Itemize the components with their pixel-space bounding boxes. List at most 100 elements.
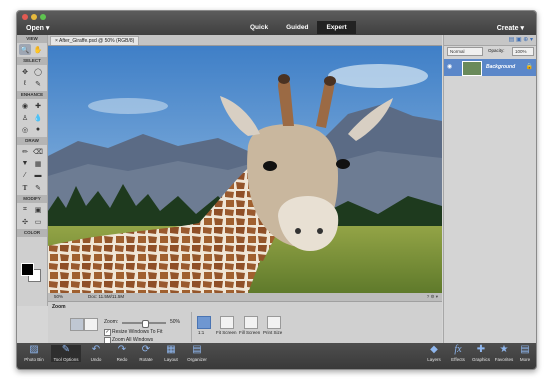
document-tab-label: After_Giraffe.psd @ 50% (RGB/8) bbox=[59, 38, 135, 44]
layout-icon: ▦ bbox=[166, 344, 176, 355]
move-tool-icon[interactable]: ✥ bbox=[19, 66, 31, 77]
eraser-tool-icon[interactable]: ⌫ bbox=[32, 146, 44, 157]
favorites-icon: ★ bbox=[499, 344, 509, 355]
layers-label: Layers bbox=[427, 357, 441, 362]
print-size-label: Print Size bbox=[263, 330, 283, 335]
fill-screen-label: Fill Screen bbox=[239, 330, 261, 335]
toolbox-section-view: VIEW bbox=[17, 35, 47, 43]
app-window: Open ▾ Quick Guided Expert Create ▾ VIEW… bbox=[16, 10, 537, 370]
toolbox-section-modify: MODIFY bbox=[17, 195, 47, 203]
tool-options-title: Zoom bbox=[52, 304, 66, 310]
minimize-window-button[interactable] bbox=[31, 14, 37, 20]
giraffe-photo bbox=[48, 46, 442, 293]
redo-label: Redo bbox=[116, 357, 128, 362]
opacity-label: Opacity: bbox=[488, 48, 505, 53]
photo-bin-label: Photo Bin bbox=[24, 357, 44, 362]
recompose-tool-icon[interactable]: ▣ bbox=[32, 204, 44, 215]
organizer-label: Organizer bbox=[187, 357, 207, 362]
graphics-icon: ✚ bbox=[476, 344, 486, 355]
title-bar: Open ▾ Quick Guided Expert Create ▾ bbox=[17, 11, 536, 35]
blend-mode-select[interactable]: Normal bbox=[447, 47, 483, 56]
straighten-tool-icon[interactable]: ▭ bbox=[32, 216, 44, 227]
actual-pixels-label: 1:1 bbox=[198, 330, 205, 335]
undo-label: Undo bbox=[90, 357, 102, 362]
layers-panel-toolbar: ▤ ▣ ⊕ ▾ bbox=[444, 35, 536, 46]
mode-guided-tab[interactable]: Guided bbox=[277, 21, 317, 34]
opacity-input[interactable]: 100% bbox=[512, 47, 534, 56]
content-aware-move-tool-icon[interactable]: ✣ bbox=[19, 216, 31, 227]
brush-tool-icon[interactable]: ✏ bbox=[19, 146, 31, 157]
status-zoom: 50% bbox=[54, 294, 64, 299]
graphics-label: Graphics bbox=[471, 357, 490, 362]
create-menu-label: Create bbox=[496, 25, 519, 32]
toolbox: VIEW 🔍 ✋ SELECT ✥ ◯ ℓ ✎ ENHANCE ◉ ✚ ♙ 💧 … bbox=[17, 35, 48, 306]
more-label: More bbox=[519, 357, 531, 362]
toolbox-section-enhance: ENHANCE bbox=[17, 91, 47, 99]
eyedropper-tool-icon[interactable]: ⁄ bbox=[19, 170, 31, 181]
fit-screen-label: Fit Screen bbox=[216, 330, 237, 335]
resize-windows-checkbox[interactable]: ✓ bbox=[104, 329, 111, 336]
actual-pixels-button[interactable] bbox=[197, 316, 211, 329]
zoom-value: 50% bbox=[170, 319, 181, 325]
toolbox-section-color: COLOR bbox=[17, 229, 47, 237]
spot-healing-tool-icon[interactable]: ✚ bbox=[32, 100, 44, 111]
photo-bin-button[interactable]: ▨ Photo Bin bbox=[19, 345, 49, 363]
lasso-tool-icon[interactable]: ℓ bbox=[19, 78, 31, 89]
fill-screen-button[interactable] bbox=[244, 316, 258, 329]
layout-label: Layout bbox=[164, 357, 178, 362]
layer-thumbnail bbox=[462, 61, 482, 76]
dodge-tool-icon[interactable]: ● bbox=[32, 124, 44, 135]
zoom-window-button[interactable] bbox=[40, 14, 46, 20]
tool-options-label: Tool Options bbox=[53, 357, 79, 362]
create-menu[interactable]: Create ▾ bbox=[497, 24, 524, 32]
status-bar: 50% Doc: 11.5M/11.5M ? ⚙ ▾ bbox=[48, 293, 442, 301]
document-tab-bar: × After_Giraffe.psd @ 50% (RGB/8) bbox=[48, 35, 442, 46]
toolbox-section-draw: DRAW bbox=[17, 137, 47, 145]
shape-tool-icon[interactable]: ▬ bbox=[32, 170, 44, 181]
fit-screen-button[interactable] bbox=[220, 316, 234, 329]
gradient-tool-icon[interactable]: ▦ bbox=[32, 158, 44, 169]
organizer-icon: ▤ bbox=[192, 344, 202, 355]
help-icon[interactable]: ? ⚙ ▾ bbox=[427, 293, 438, 301]
close-window-button[interactable] bbox=[22, 14, 28, 20]
print-size-button[interactable] bbox=[267, 316, 281, 329]
more-icon: ▤ bbox=[520, 344, 530, 355]
crop-tool-icon[interactable]: ⌗ bbox=[19, 204, 31, 215]
effects-label: Effects bbox=[451, 357, 465, 362]
tool-options-panel: Zoom Zoom: 50% ✓ Resize Windows To Fit Z… bbox=[48, 301, 442, 344]
blur-tool-icon[interactable]: 💧 bbox=[32, 112, 44, 123]
paint-bucket-tool-icon[interactable]: ▼ bbox=[19, 158, 31, 169]
zoom-tool-icon[interactable]: 🔍 bbox=[19, 44, 31, 55]
zoom-out-icon[interactable] bbox=[84, 318, 98, 331]
marquee-tool-icon[interactable]: ◯ bbox=[32, 66, 44, 77]
zoom-slider-handle[interactable] bbox=[142, 320, 149, 328]
status-doc-info: Doc: 11.5M/11.5M bbox=[88, 294, 125, 299]
zoom-in-icon[interactable] bbox=[70, 318, 84, 331]
eye-tool-icon[interactable]: ◉ bbox=[19, 100, 31, 111]
quick-selection-tool-icon[interactable]: ✎ bbox=[32, 78, 44, 89]
resize-windows-label: Resize Windows To Fit bbox=[112, 329, 163, 335]
open-menu[interactable]: Open ▾ bbox=[26, 24, 49, 32]
toolbox-section-select: SELECT bbox=[17, 57, 47, 65]
document-canvas[interactable] bbox=[48, 46, 442, 293]
sponge-tool-icon[interactable]: ◎ bbox=[19, 124, 31, 135]
hand-tool-icon[interactable]: ✋ bbox=[32, 44, 44, 55]
mode-expert-tab[interactable]: Expert bbox=[317, 21, 356, 34]
rotate-icon: ⟳ bbox=[141, 344, 151, 355]
organizer-button[interactable]: ▤ Organizer bbox=[182, 344, 212, 363]
document-tab[interactable]: × After_Giraffe.psd @ 50% (RGB/8) bbox=[50, 36, 140, 45]
layer-row-background[interactable]: ◉ Background 🔒 bbox=[444, 59, 536, 76]
mode-quick-tab[interactable]: Quick bbox=[241, 21, 277, 34]
tool-options-button[interactable]: ✎ Tool Options bbox=[51, 345, 81, 362]
visibility-icon[interactable]: ◉ bbox=[447, 63, 452, 70]
panel-icons[interactable]: ▤ ▣ ⊕ ▾ bbox=[509, 36, 533, 43]
layer-name: Background bbox=[486, 64, 516, 70]
effects-icon: fx bbox=[454, 344, 462, 355]
type-tool-icon[interactable]: T bbox=[19, 182, 31, 193]
pencil-tool-icon[interactable]: ✎ bbox=[32, 182, 44, 193]
foreground-color-swatch[interactable] bbox=[21, 263, 34, 276]
zoom-slider[interactable] bbox=[122, 320, 166, 328]
clone-stamp-tool-icon[interactable]: ♙ bbox=[19, 112, 31, 123]
more-button[interactable]: ▤ More bbox=[510, 344, 536, 363]
layers-icon: ◆ bbox=[430, 344, 438, 355]
